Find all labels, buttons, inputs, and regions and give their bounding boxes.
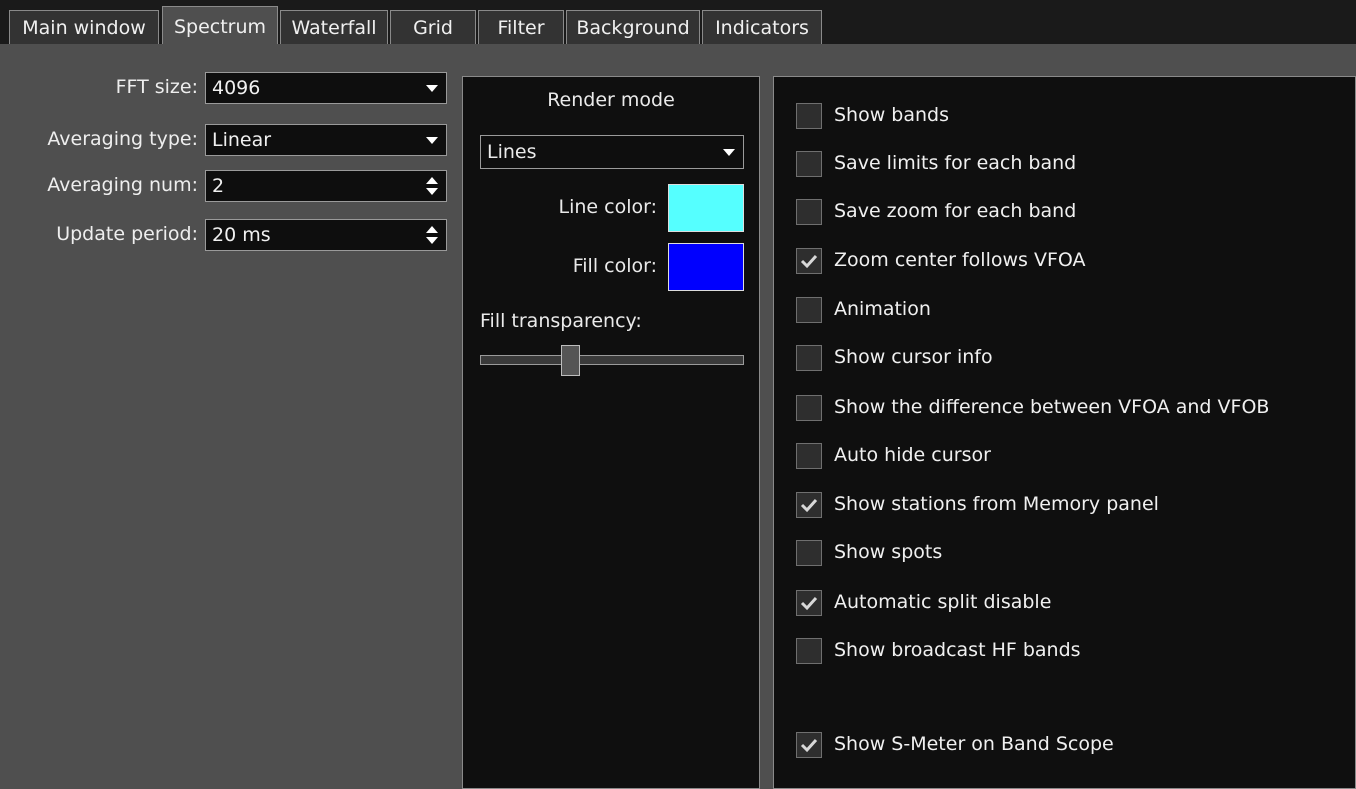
averaging-num-row: Averaging num: 2 — [0, 170, 458, 204]
render-mode-value: Lines — [487, 141, 537, 163]
tab-spectrum[interactable]: Spectrum — [162, 6, 278, 46]
update-period-value: 20 ms — [212, 224, 271, 246]
fill-transparency-label: Fill transparency: — [480, 310, 642, 332]
option-label: Automatic split disable — [834, 591, 1052, 613]
line-color-label: Line color: — [558, 196, 658, 218]
fill-color-label: Fill color: — [572, 255, 657, 277]
option-checkbox[interactable] — [796, 732, 822, 758]
averaging-num-label: Averaging num: — [47, 174, 198, 196]
option-label: Zoom center follows VFOA — [834, 249, 1086, 271]
option-label: Show spots — [834, 541, 943, 563]
options-panel: Show bands Save limits for each band Save … — [773, 76, 1356, 789]
averaging-type-value: Linear — [212, 129, 272, 151]
checkmark-icon — [800, 596, 818, 611]
option-checkbox[interactable] — [796, 103, 822, 129]
tab-main-window[interactable]: Main window — [9, 10, 159, 44]
tab-background[interactable]: Background — [566, 10, 700, 44]
option-checkbox[interactable] — [796, 248, 822, 274]
averaging-num-value: 2 — [212, 175, 225, 197]
option-checkbox[interactable] — [796, 297, 822, 323]
tab-label: Filter — [497, 16, 545, 39]
fft-settings-panel: FFT size: 4096 Averaging type: Linear Av… — [0, 54, 458, 789]
averaging-num-spinbox[interactable]: 2 — [205, 170, 447, 202]
tab-label: Indicators — [715, 16, 809, 39]
tab-waterfall[interactable]: Waterfall — [280, 10, 388, 44]
option-checkbox[interactable] — [796, 199, 822, 225]
fft-size-label: FFT size: — [115, 76, 198, 98]
tab-indicators[interactable]: Indicators — [702, 10, 822, 44]
option-label: Show the difference between VFOA and VFO… — [834, 396, 1270, 418]
chevron-down-icon — [426, 85, 438, 92]
checkmark-icon — [800, 254, 818, 269]
fill-transparency-slider[interactable] — [480, 355, 744, 365]
fill-color-swatch[interactable] — [668, 243, 744, 291]
option-label: Auto hide cursor — [834, 444, 991, 466]
fill-transparency-slider-handle[interactable] — [560, 345, 580, 376]
spin-down-icon[interactable] — [426, 237, 438, 244]
option-checkbox[interactable] — [796, 540, 822, 566]
option-label: Show cursor info — [834, 346, 993, 368]
spin-up-icon[interactable] — [426, 177, 438, 184]
option-label: Show S-Meter on Band Scope — [834, 733, 1114, 755]
option-checkbox[interactable] — [796, 638, 822, 664]
chevron-down-icon — [426, 137, 438, 144]
tab-label: Spectrum — [173, 15, 267, 38]
averaging-type-select[interactable]: Linear — [205, 124, 447, 156]
render-mode-select[interactable]: Lines — [480, 135, 744, 169]
chevron-down-icon — [723, 149, 735, 156]
checkmark-icon — [800, 738, 818, 753]
fill-color-row: Fill color: — [463, 243, 759, 291]
option-checkbox[interactable] — [796, 151, 822, 177]
averaging-type-label: Averaging type: — [47, 128, 198, 150]
spin-up-icon[interactable] — [426, 226, 438, 233]
tab-content-top — [0, 44, 1356, 54]
option-label: Animation — [834, 298, 931, 320]
tab-label: Main window — [22, 16, 146, 39]
option-checkbox[interactable] — [796, 492, 822, 518]
averaging-type-row: Averaging type: Linear — [0, 124, 458, 158]
fft-size-select[interactable]: 4096 — [205, 72, 447, 104]
tab-grid[interactable]: Grid — [390, 10, 476, 44]
checkmark-icon — [800, 498, 818, 513]
option-label: Show bands — [834, 104, 950, 126]
line-color-swatch[interactable] — [668, 184, 744, 232]
update-period-label: Update period: — [56, 223, 198, 245]
option-label: Save limits for each band — [834, 152, 1077, 174]
line-color-row: Line color: — [463, 184, 759, 232]
option-label: Show broadcast HF bands — [834, 639, 1081, 661]
option-checkbox[interactable] — [796, 395, 822, 421]
tab-label: Grid — [413, 16, 453, 39]
render-mode-title: Render mode — [547, 89, 675, 111]
render-mode-panel: Render mode Lines Line color: Fill color… — [462, 76, 760, 789]
option-checkbox[interactable] — [796, 345, 822, 371]
option-label: Show stations from Memory panel — [834, 493, 1159, 515]
tab-label: Background — [576, 16, 690, 39]
spin-down-icon[interactable] — [426, 188, 438, 195]
fft-size-value: 4096 — [212, 77, 261, 99]
option-checkbox[interactable] — [796, 443, 822, 469]
update-period-spinbox[interactable]: 20 ms — [205, 219, 447, 251]
option-checkbox[interactable] — [796, 590, 822, 616]
fft-size-row: FFT size: 4096 — [0, 72, 458, 106]
option-label: Save zoom for each band — [834, 200, 1077, 222]
tab-filter[interactable]: Filter — [478, 10, 564, 44]
tab-label: Waterfall — [291, 16, 377, 39]
update-period-row: Update period: 20 ms — [0, 219, 458, 253]
